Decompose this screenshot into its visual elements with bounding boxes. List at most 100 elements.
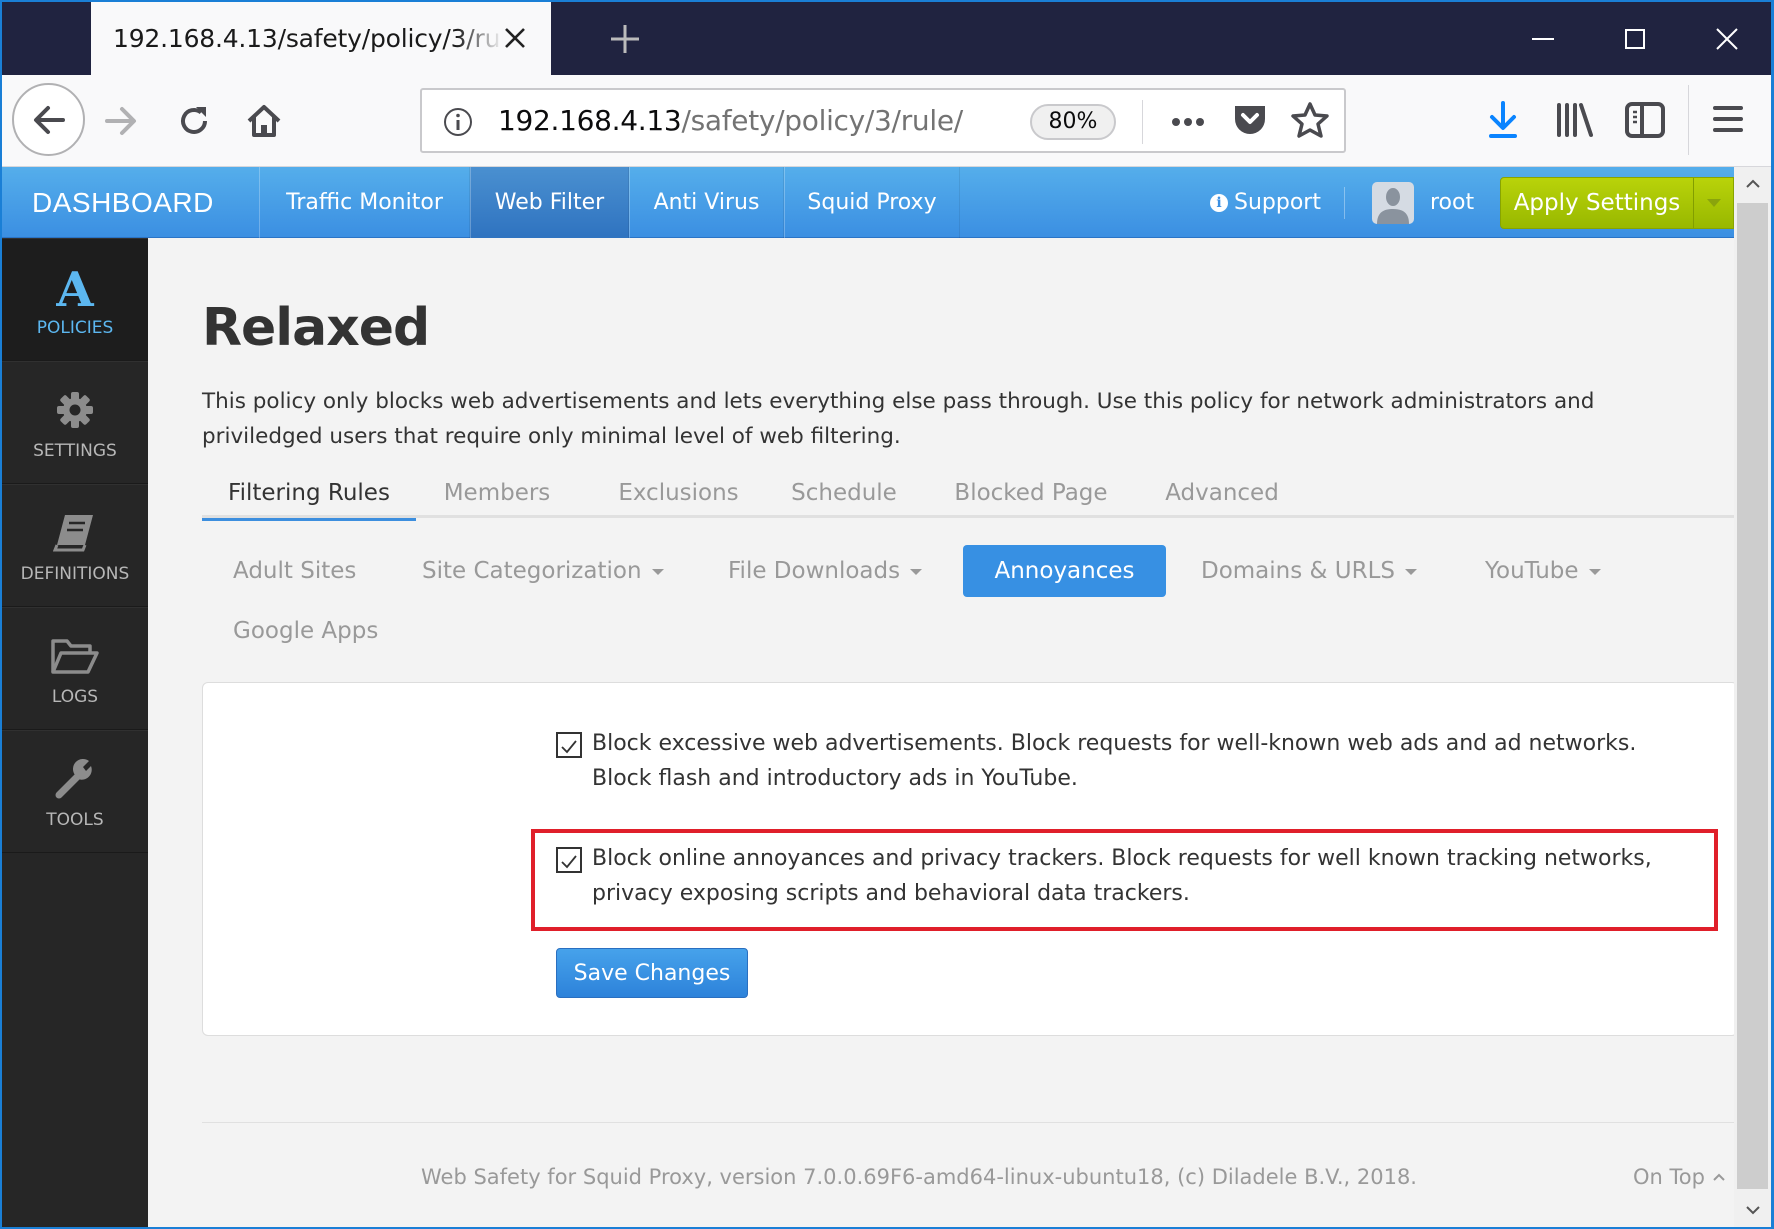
subnav-site-categorization[interactable]: Site Categorization bbox=[422, 545, 664, 597]
sidebar-label: SETTINGS bbox=[33, 440, 117, 461]
nav-anti-virus[interactable]: Anti Virus bbox=[629, 167, 784, 238]
new-tab-icon[interactable] bbox=[608, 22, 642, 56]
user-name[interactable]: root bbox=[1430, 167, 1474, 238]
tab-schedule[interactable]: Schedule bbox=[781, 468, 907, 518]
footer-divider bbox=[202, 1122, 1736, 1123]
zoom-level-button[interactable]: 80% bbox=[1030, 104, 1116, 140]
option-block-ads[interactable]: Block excessive web advertisements. Bloc… bbox=[556, 726, 1696, 796]
folder-open-icon bbox=[51, 638, 99, 674]
tab-strip: 192.168.4.13/safety/policy/3/rule/annoya… bbox=[2, 2, 1771, 75]
book-icon bbox=[53, 514, 93, 551]
checkbox-block-ads[interactable] bbox=[556, 732, 582, 758]
option-block-trackers[interactable]: Block online annoyances and privacy trac… bbox=[556, 841, 1696, 911]
subnav-annoyances[interactable]: Annoyances bbox=[963, 545, 1166, 597]
subnav-label: File Downloads bbox=[728, 558, 901, 584]
scrollbar-thumb[interactable] bbox=[1737, 203, 1768, 1189]
apply-settings-button[interactable]: Apply Settings bbox=[1501, 178, 1694, 228]
info-circle-icon: i bbox=[1210, 193, 1228, 212]
subnav-label: Site Categorization bbox=[422, 558, 642, 584]
browser-tab[interactable]: 192.168.4.13/safety/policy/3/rule/annoya… bbox=[91, 2, 551, 75]
url-path: /safety/policy/3/rule/ bbox=[681, 104, 963, 137]
gear-icon bbox=[57, 391, 93, 428]
sidebar-toggle-icon[interactable] bbox=[1624, 101, 1666, 139]
policies-a-icon: A bbox=[55, 264, 94, 310]
tab-filtering-rules[interactable]: Filtering Rules bbox=[202, 468, 416, 521]
info-icon[interactable] bbox=[442, 106, 474, 138]
sidebar-label: DEFINITIONS bbox=[20, 563, 130, 584]
maximize-icon[interactable] bbox=[1618, 22, 1652, 56]
sidebar-item-definitions[interactable]: DEFINITIONS bbox=[2, 484, 148, 607]
pocket-icon[interactable] bbox=[1232, 102, 1268, 140]
apply-settings-dropdown[interactable] bbox=[1694, 178, 1733, 228]
tab-exclusions[interactable]: Exclusions bbox=[611, 468, 746, 518]
checkbox-block-trackers[interactable] bbox=[556, 847, 582, 873]
hamburger-menu-icon[interactable] bbox=[1712, 103, 1744, 135]
close-window-icon[interactable] bbox=[1710, 22, 1744, 56]
svg-text:A: A bbox=[55, 264, 94, 310]
sidebar-item-settings[interactable]: SETTINGS bbox=[2, 361, 148, 484]
checkmark-icon bbox=[561, 855, 577, 869]
wrench-icon bbox=[55, 758, 92, 798]
scroll-up-button[interactable] bbox=[1734, 167, 1771, 201]
checkmark-icon bbox=[561, 740, 577, 754]
caret-down-icon bbox=[1405, 569, 1418, 575]
sidebar-item-logs[interactable]: LOGS bbox=[2, 607, 148, 730]
url-separator bbox=[1142, 100, 1143, 144]
browser-toolbar: 192.168.4.13/safety/policy/3/rule/ 80% bbox=[2, 75, 1771, 167]
subnav-adult-sites[interactable]: Adult Sites bbox=[233, 545, 356, 597]
user-avatar[interactable] bbox=[1372, 182, 1414, 224]
page-title: Relaxed bbox=[202, 298, 430, 358]
subnav-label: YouTube bbox=[1485, 558, 1579, 584]
nav-divider bbox=[1344, 187, 1345, 219]
user-silhouette-icon bbox=[1377, 188, 1409, 224]
sidebar: A POLICIES SETTINGS DEFINITIONS LOGS TOO… bbox=[2, 238, 148, 1227]
subnav-google-apps[interactable]: Google Apps bbox=[233, 605, 378, 657]
tab-advanced[interactable]: Advanced bbox=[1149, 468, 1295, 518]
tab-members[interactable]: Members bbox=[438, 468, 556, 518]
library-icon[interactable] bbox=[1554, 101, 1594, 139]
arrow-left-icon bbox=[33, 105, 65, 134]
chevron-up-icon bbox=[1745, 179, 1760, 188]
caret-down-icon bbox=[651, 569, 664, 575]
footer-text: Web Safety for Squid Proxy, version 7.0.… bbox=[421, 1165, 1417, 1189]
subnav-label: Adult Sites bbox=[233, 558, 357, 584]
sidebar-label: TOOLS bbox=[46, 809, 104, 830]
app-navbar: DASHBOARD Traffic Monitor Web Filter Ant… bbox=[2, 167, 1734, 238]
save-changes-button[interactable]: Save Changes bbox=[556, 948, 748, 998]
sidebar-item-policies[interactable]: A POLICIES bbox=[2, 238, 148, 361]
apply-settings-group: Apply Settings bbox=[1500, 177, 1734, 229]
subnav-label: Google Apps bbox=[233, 618, 379, 644]
page-scrollbar[interactable] bbox=[1734, 167, 1771, 1227]
subnav-domains-urls[interactable]: Domains & URLS bbox=[1201, 545, 1418, 597]
tab-blocked-page[interactable]: Blocked Page bbox=[947, 468, 1115, 518]
scroll-down-button[interactable] bbox=[1734, 1193, 1771, 1227]
dashboard-brand[interactable]: DASHBOARD bbox=[2, 167, 259, 238]
url-bar[interactable]: 192.168.4.13/safety/policy/3/rule/ 80% bbox=[420, 88, 1346, 153]
sidebar-item-tools[interactable]: TOOLS bbox=[2, 730, 148, 853]
page-actions-icon[interactable] bbox=[1168, 108, 1208, 136]
subnav-file-downloads[interactable]: File Downloads bbox=[728, 545, 923, 597]
caret-down-icon bbox=[1588, 569, 1601, 575]
download-icon[interactable] bbox=[1484, 99, 1522, 141]
policy-tabs: Filtering Rules Members Exclusions Sched… bbox=[202, 468, 1736, 521]
back-button[interactable] bbox=[12, 83, 85, 156]
chevron-down-icon bbox=[1745, 1206, 1760, 1215]
subnav-youtube[interactable]: YouTube bbox=[1485, 545, 1601, 597]
nav-squid-proxy[interactable]: Squid Proxy bbox=[784, 167, 960, 238]
home-button[interactable] bbox=[242, 99, 286, 143]
reload-icon bbox=[181, 107, 207, 134]
bookmark-star-icon[interactable] bbox=[1290, 100, 1330, 142]
reload-button[interactable] bbox=[172, 99, 216, 143]
nav-web-filter[interactable]: Web Filter bbox=[470, 167, 629, 238]
sidebar-label: POLICIES bbox=[36, 317, 114, 338]
minimize-icon[interactable] bbox=[1526, 22, 1560, 56]
nav-traffic-monitor[interactable]: Traffic Monitor bbox=[259, 167, 470, 238]
url-text[interactable]: 192.168.4.13/safety/policy/3/rule/ bbox=[498, 104, 963, 137]
close-tab-icon[interactable] bbox=[501, 24, 529, 52]
support-link[interactable]: i Support bbox=[1210, 167, 1321, 238]
forward-button[interactable] bbox=[99, 99, 143, 143]
sidebar-label: LOGS bbox=[51, 686, 99, 707]
on-top-link[interactable]: On Top bbox=[1633, 1165, 1727, 1189]
caret-down-icon bbox=[910, 569, 923, 575]
option-label: Block excessive web advertisements. Bloc… bbox=[592, 731, 1637, 791]
